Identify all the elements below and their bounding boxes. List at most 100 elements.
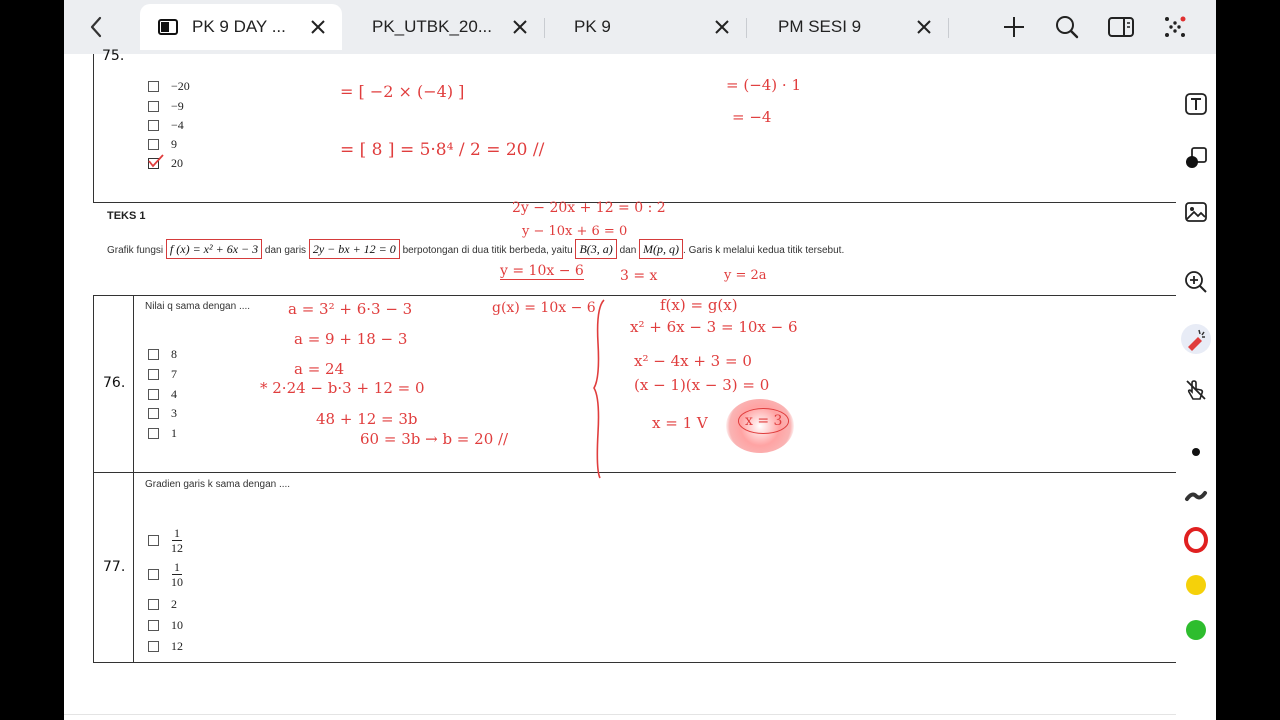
answer-option[interactable]: 2 bbox=[148, 597, 177, 612]
tab-pk-utbk[interactable]: PK_UTBK_20... bbox=[346, 4, 544, 50]
stroke-thickness-icon bbox=[1185, 491, 1207, 501]
zoom-in-button[interactable] bbox=[1184, 270, 1208, 294]
tab-close-button[interactable] bbox=[306, 15, 330, 39]
tab-close-button[interactable] bbox=[912, 15, 936, 39]
tab-pm-sesi9[interactable]: PM SESI 9 bbox=[750, 4, 948, 50]
answer-option[interactable]: 4 bbox=[148, 387, 177, 402]
handwritten-note: x² + 6x − 3 = 10x − 6 bbox=[630, 318, 798, 336]
answer-option[interactable]: 1 10 bbox=[148, 560, 183, 589]
laser-pointer-button[interactable] bbox=[1181, 324, 1211, 354]
tab-label: PK 9 bbox=[574, 17, 611, 36]
handwritten-note: a = 9 + 18 − 3 bbox=[294, 330, 408, 348]
section-title: TEKS 1 bbox=[107, 210, 146, 222]
question-number: 75. bbox=[102, 48, 125, 64]
option-label: 4 bbox=[171, 387, 177, 401]
checkbox[interactable] bbox=[148, 641, 159, 652]
pen-color-black[interactable] bbox=[1184, 440, 1208, 464]
checkbox[interactable] bbox=[148, 569, 159, 580]
text-span: dan garis bbox=[264, 245, 307, 256]
plus-icon bbox=[1004, 17, 1024, 37]
color-dot-selected bbox=[1184, 527, 1208, 553]
sidebar-toggle-button[interactable] bbox=[1103, 10, 1139, 44]
tab-label: PK_UTBK_20... bbox=[372, 17, 493, 36]
answer-option[interactable]: 7 bbox=[148, 367, 177, 382]
handwritten-note: 2y − 20x + 12 = 0 : 2 bbox=[512, 200, 666, 216]
handwritten-note: = [ −2 × (−4) ] bbox=[340, 82, 465, 101]
checkbox[interactable] bbox=[148, 139, 159, 150]
close-icon bbox=[513, 20, 527, 34]
page-divider bbox=[64, 714, 1176, 715]
checkbox-checked[interactable] bbox=[148, 154, 164, 169]
pen-color-yellow[interactable] bbox=[1184, 573, 1208, 597]
color-dot bbox=[1192, 448, 1200, 456]
answer-option[interactable]: 3 bbox=[148, 406, 177, 421]
handwritten-note: 60 = 3b → b = 20 // bbox=[360, 430, 509, 448]
checkbox[interactable] bbox=[148, 101, 159, 112]
checkbox[interactable] bbox=[148, 120, 159, 131]
handwritten-note: = −4 bbox=[732, 108, 772, 126]
answer-option[interactable]: −9 bbox=[148, 99, 184, 114]
hand-off-icon bbox=[1186, 380, 1206, 400]
laser-pointer-icon bbox=[1188, 329, 1205, 351]
tab-separator bbox=[746, 18, 747, 38]
handwritten-note: x = 1 V bbox=[652, 414, 708, 432]
checkbox[interactable] bbox=[148, 620, 159, 631]
checkbox[interactable] bbox=[148, 408, 159, 419]
table-border bbox=[93, 295, 94, 663]
handwritten-note: x² − 4x + 3 = 0 bbox=[634, 352, 752, 370]
pen-color-green[interactable] bbox=[1184, 618, 1208, 642]
text-tool-button[interactable] bbox=[1184, 92, 1208, 116]
handwritten-note: g(x) = 10x − 6 bbox=[492, 300, 596, 316]
tab-close-button[interactable] bbox=[508, 15, 532, 39]
tab-close-button[interactable] bbox=[710, 15, 734, 39]
answer-option[interactable]: 8 bbox=[148, 347, 177, 362]
tab-pk9-day[interactable]: PK 9 DAY ... bbox=[140, 4, 342, 50]
checkbox[interactable] bbox=[148, 599, 159, 610]
image-tool-button[interactable] bbox=[1184, 200, 1208, 224]
search-button[interactable] bbox=[1049, 10, 1085, 44]
answer-option[interactable]: 10 bbox=[148, 618, 183, 633]
new-tab-button[interactable] bbox=[996, 10, 1032, 44]
shape-tool-button[interactable] bbox=[1184, 146, 1208, 170]
answer-option[interactable]: −4 bbox=[148, 118, 184, 133]
checkbox[interactable] bbox=[148, 81, 159, 92]
handwritten-note: * 2·24 − b·3 + 12 = 0 bbox=[260, 379, 425, 397]
handwritten-note: a = 3² + 6·3 − 3 bbox=[288, 300, 413, 318]
question-number: 77. bbox=[103, 559, 126, 575]
option-label: 12 bbox=[171, 639, 183, 653]
table-border bbox=[133, 295, 134, 663]
close-icon bbox=[917, 20, 931, 34]
checkbox[interactable] bbox=[148, 535, 159, 546]
handwritten-note: f(x) = g(x) bbox=[660, 296, 738, 314]
document-page[interactable]: 75. −20 −9 −4 9 20 = [ −2 × (−4) ] = [ 8… bbox=[64, 48, 1176, 720]
numerator: 1 bbox=[172, 526, 182, 541]
answer-option[interactable]: 1 bbox=[148, 426, 177, 441]
text-span: berpotongan di dua titik berbeda, yaitu bbox=[402, 245, 573, 256]
pen-color-red[interactable] bbox=[1184, 527, 1208, 553]
answer-option[interactable]: −20 bbox=[148, 79, 190, 94]
answer-option[interactable]: 12 bbox=[148, 639, 183, 654]
checkbox[interactable] bbox=[148, 428, 159, 439]
answer-option[interactable]: 20 bbox=[148, 154, 183, 171]
document-icon bbox=[158, 19, 178, 35]
tab-label: PM SESI 9 bbox=[778, 17, 862, 36]
checkbox[interactable] bbox=[148, 349, 159, 360]
answer-option[interactable]: 9 bbox=[148, 137, 177, 152]
checkbox[interactable] bbox=[148, 369, 159, 380]
handwritten-note: y = 2a bbox=[724, 268, 767, 283]
checkbox[interactable] bbox=[148, 389, 159, 400]
answer-option[interactable]: 1 12 bbox=[148, 526, 183, 555]
tab-separator bbox=[544, 18, 545, 38]
highlighter-button[interactable] bbox=[1184, 484, 1208, 508]
tab-pk9[interactable]: PK 9 bbox=[548, 4, 746, 50]
option-label: −9 bbox=[171, 99, 184, 113]
option-label: 9 bbox=[171, 137, 177, 151]
option-label: 8 bbox=[171, 347, 177, 361]
tab-bar: PK 9 DAY ... PK_UTBK_20... PK 9 PM SESI … bbox=[64, 0, 1216, 54]
close-icon bbox=[311, 20, 325, 34]
touch-disable-button[interactable] bbox=[1184, 378, 1208, 402]
handwritten-note: y = 10x − 6 bbox=[500, 263, 584, 280]
more-apps-button[interactable] bbox=[1157, 10, 1193, 44]
option-label: 10 bbox=[171, 618, 183, 632]
back-button[interactable] bbox=[78, 10, 114, 44]
